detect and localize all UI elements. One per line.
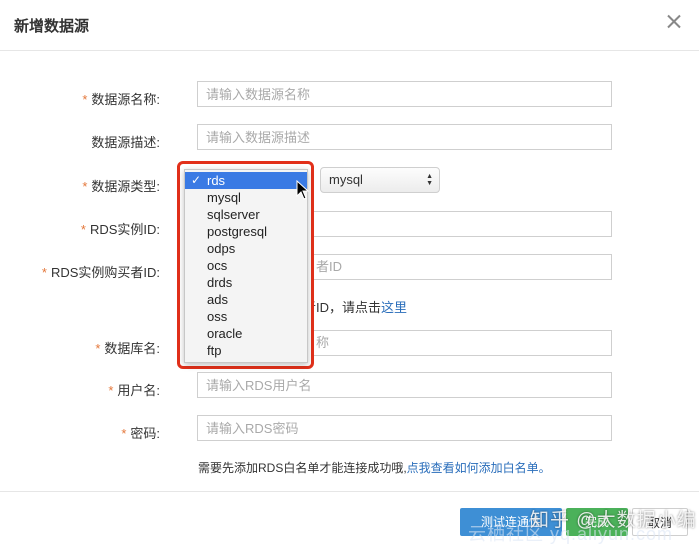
rds-buyer-label-text: RDS实例购买者ID:	[50, 265, 160, 280]
type-label-text: 数据源类型:	[91, 179, 160, 194]
dropdown-option-label: rds	[207, 173, 226, 188]
username-label-text: 用户名:	[117, 383, 160, 398]
name-label-text: 数据源名称:	[91, 92, 160, 107]
required-star: *	[82, 179, 88, 194]
close-icon[interactable]	[666, 13, 682, 29]
database-label: * 数据库名:	[0, 338, 160, 357]
rds-buyer-label: * RDS实例购买者ID:	[0, 262, 160, 281]
dropdown-option-drds[interactable]: drds	[185, 274, 307, 291]
dropdown-option-label: ads	[207, 292, 228, 307]
required-star: *	[82, 92, 88, 107]
dropdown-option-oracle[interactable]: oracle	[185, 325, 307, 342]
dropdown-option-label: odps	[207, 241, 236, 256]
description-label-text: 数据源描述:	[91, 135, 160, 150]
watermark: 知乎 @大数据小编	[530, 510, 697, 531]
description-label: 数据源描述:	[0, 132, 160, 151]
dropdown-option-label: postgresql	[207, 224, 267, 239]
rds-instance-label: * RDS实例ID:	[0, 219, 160, 238]
description-input[interactable]	[197, 124, 612, 150]
dropdown-option-sqlserver[interactable]: sqlserver	[185, 206, 307, 223]
whitelist-help-link[interactable]: 点我查看如何添加白名单。	[407, 461, 551, 475]
username-input[interactable]	[197, 372, 612, 398]
dropdown-option-mysql[interactable]: mysql	[185, 189, 307, 206]
updown-arrows-icon: ▲ ▼	[426, 173, 433, 187]
database-placeholder: 称	[316, 335, 330, 350]
name-input[interactable]	[197, 81, 612, 107]
required-star: *	[108, 383, 114, 398]
whitelist-notice-text: 需要先添加RDS白名单才能连接成功哦,	[198, 461, 407, 475]
add-datasource-dialog: 新增数据源 *数据源名称: 数据源描述: *数据源类型: mysql ▲▼ *R…	[0, 0, 699, 545]
dropdown-option-label: oss	[207, 309, 228, 324]
whitelist-notice: 需要先添加RDS白名单才能连接成功哦,点我查看如何添加白名单。	[198, 459, 551, 476]
rds-instance-label-text: RDS实例ID:	[89, 222, 160, 237]
dropdown-option-odps[interactable]: odps	[185, 240, 307, 257]
password-input[interactable]	[197, 415, 612, 441]
username-label: * 用户名:	[0, 380, 160, 399]
type-label: * 数据源类型:	[0, 176, 160, 195]
dropdown-option-oss[interactable]: oss	[185, 308, 307, 325]
dialog-title: 新增数据源	[14, 18, 90, 35]
dropdown-option-label: sqlserver	[207, 207, 260, 222]
dropdown-option-ftp[interactable]: ftp	[185, 342, 307, 359]
dropdown-option-label: ocs	[207, 258, 228, 273]
required-star: *	[80, 222, 86, 237]
db-type-select[interactable]: mysql ▲ ▼	[320, 167, 440, 193]
mouse-pointer-icon	[296, 180, 310, 200]
dropdown-option-label: oracle	[207, 326, 243, 341]
password-label-text: 密码:	[130, 426, 160, 441]
dropdown-option-ocs[interactable]: ocs	[185, 257, 307, 274]
required-star: *	[41, 265, 47, 280]
dialog-header: 新增数据源	[0, 0, 699, 51]
db-type-select-value: mysql	[329, 172, 363, 187]
required-star: *	[121, 426, 127, 441]
dropdown-option-label: drds	[207, 275, 233, 290]
database-label-text: 数据库名:	[104, 341, 160, 356]
name-label: * 数据源名称:	[0, 89, 160, 108]
dropdown-option-label: ftp	[207, 343, 222, 358]
password-label: * 密码:	[0, 423, 160, 442]
required-star: *	[95, 341, 101, 356]
help-link[interactable]: 这里	[381, 300, 407, 315]
db-type-dropdown-list: ✓ rds mysql sqlserver postgresql odps ocs drds a…	[184, 169, 308, 363]
dropdown-option-label: mysql	[207, 190, 241, 205]
dropdown-option-postgresql[interactable]: postgresql	[185, 223, 307, 240]
dropdown-option-ads[interactable]: ads	[185, 291, 307, 308]
rds-buyer-placeholder: 者ID	[316, 259, 343, 274]
dropdown-option-rds[interactable]: ✓ rds	[185, 172, 307, 189]
checkmark-icon: ✓	[191, 173, 202, 187]
